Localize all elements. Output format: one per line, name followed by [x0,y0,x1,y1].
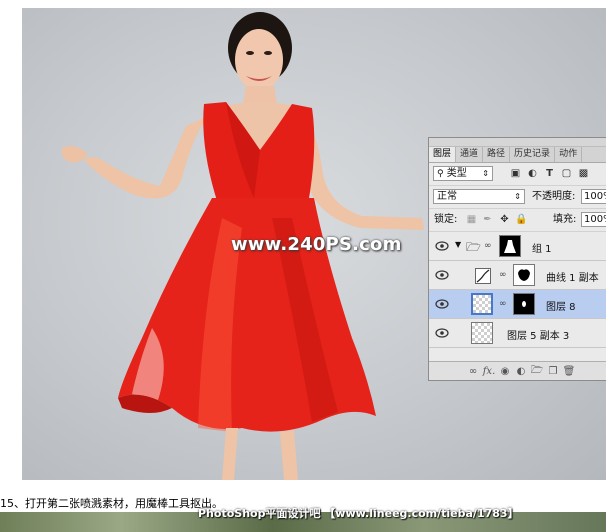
layer-thumbnail[interactable] [471,293,493,315]
chain-link-icon[interactable]: ∞ [499,270,507,280]
search-icon: ⚲ [437,169,444,179]
chevron-updown-icon: ⇕ [482,169,489,178]
trash-icon[interactable]: 🗑 [561,366,577,377]
lock-transparent-icon[interactable]: ▦ [465,213,478,226]
type-filter-icon[interactable]: T [543,167,556,180]
visibility-eye-icon[interactable] [435,270,449,280]
shape-filter-icon[interactable]: ▢ [560,167,573,180]
visibility-eye-icon[interactable] [435,299,449,309]
visibility-eye-icon[interactable] [435,328,449,338]
curves-adjustment-icon [475,268,491,284]
layer-row-group-1[interactable]: ▼ 🗁 ∞ 组 1 [429,232,606,261]
layer-thumbnail[interactable] [471,322,493,344]
layer-row-curves-1-copy[interactable]: ∞ 曲线 1 副本 [429,261,606,290]
fx-icon[interactable]: fx. [481,366,497,377]
lock-label: 锁定: [434,214,458,225]
layer-name: 图层 5 副本 3 [507,331,570,342]
blend-row: 正常 ⇕ 不透明度: 100% [429,186,606,209]
chain-link-icon[interactable]: ∞ [484,241,492,251]
folder-icon: 🗁 [466,240,481,254]
lock-all-icon[interactable]: 🔒 [515,213,528,226]
tab-channels[interactable]: 通道 [456,147,484,162]
tab-history[interactable]: 历史记录 [510,147,556,162]
adjustment-icon[interactable]: ◐ [513,366,529,377]
lock-position-icon[interactable]: ✥ [498,213,511,226]
panel-tabs: 图层 通道 路径 历史记录 动作 [429,147,606,163]
layer-name: 组 1 [532,244,552,255]
image-filter-icon[interactable]: ▣ [509,167,522,180]
filter-kind-select[interactable]: ⚲ 类型 ⇕ [433,166,493,181]
chain-link-icon[interactable]: ∞ [499,299,507,309]
curves-mask-thumbnail[interactable] [513,264,535,286]
expand-triangle-icon[interactable]: ▼ [455,240,461,249]
lock-row: 锁定: ▦ ✒ ✥ 🔒 填充: 100% [429,209,606,232]
panel-drag-bar[interactable] [429,138,606,147]
tab-layers[interactable]: 图层 [429,147,457,162]
layers-panel-toolbar: ∞ fx. ◉ ◐ 🗁 ❐ 🗑 [429,361,606,380]
layers-list: ▼ 🗁 ∞ 组 1 ∞ 曲线 1 副本 ∞ 图层 8 图层 5 副本 3 [429,232,606,352]
layer-name: 曲线 1 副本 [546,273,599,284]
layer-name: 图层 8 [546,302,576,313]
forum-watermark: PhotoShop平面设计吧 【www.lineeg.com/tieba/178… [198,507,519,520]
smart-object-filter-icon[interactable]: ▩ [577,167,590,180]
site-watermark: www.240PS.com [231,234,402,255]
step-caption: 15、打开第二张喷溅素材，用魔棒工具抠出。 [0,497,223,510]
opacity-field[interactable]: 100% [581,189,606,204]
layer-row-layer-8[interactable]: ∞ 图层 8 [429,290,606,319]
group-mask-thumbnail[interactable] [499,235,521,257]
tab-paths[interactable]: 路径 [483,147,511,162]
layer-row-layer-5-copy-3[interactable]: 图层 5 副本 3 [429,319,606,348]
visibility-eye-icon[interactable] [435,241,449,251]
lock-paint-icon[interactable]: ✒ [481,213,494,226]
blend-mode-select[interactable]: 正常 ⇕ [433,189,525,204]
opacity-label: 不透明度: [532,191,576,202]
fill-label: 填充: [553,214,577,225]
adjustment-filter-icon[interactable]: ◐ [526,167,539,180]
layer-mask-thumbnail[interactable] [513,293,535,315]
fill-field[interactable]: 100% [581,212,606,227]
folder-icon[interactable]: 🗁 [529,363,545,380]
link-icon[interactable]: ∞ [465,366,481,377]
tab-actions[interactable]: 动作 [555,147,583,162]
layers-panel: 图层 通道 路径 历史记录 动作 ⚲ 类型 ⇕ ▣ ◐ T ▢ ▩ 正常 ⇕ 不… [428,137,606,381]
mask-icon[interactable]: ◉ [497,366,513,377]
new-layer-icon[interactable]: ❐ [545,366,561,377]
chevron-updown-icon: ⇕ [514,192,521,201]
layer-filter-row: ⚲ 类型 ⇕ ▣ ◐ T ▢ ▩ [429,163,606,186]
